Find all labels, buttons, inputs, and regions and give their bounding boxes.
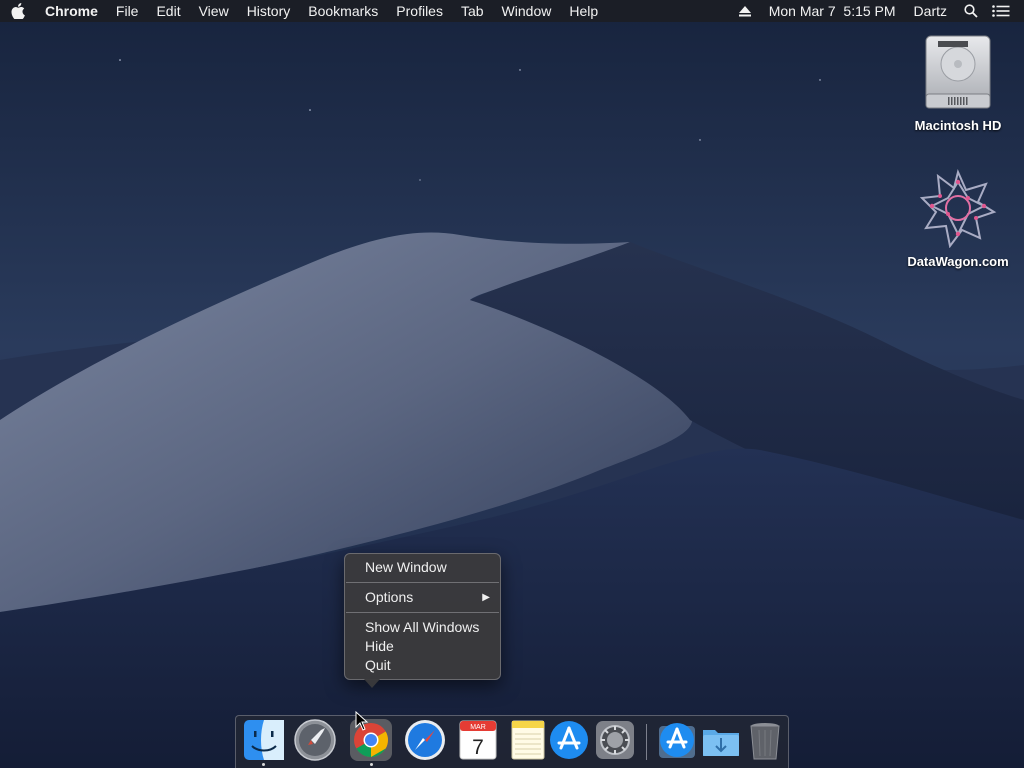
menu-bar: Chrome File Edit View History Bookmarks … [0,0,1024,22]
dock: MAR 7 [235,715,789,768]
desktop-icon-label: Macintosh HD [914,118,1002,133]
menu-history[interactable]: History [238,0,300,22]
menu-separator [346,612,499,613]
desktop-icon-macintosh-hd[interactable]: Macintosh HD [898,32,1018,133]
menu-view[interactable]: View [190,0,238,22]
trash-icon[interactable] [743,718,787,762]
system-preferences-icon[interactable] [593,718,637,762]
dock-context-menu: New Window Options ▶ Show All Windows Hi… [344,553,501,680]
menu-separator [346,582,499,583]
desktop-icon-datawagon[interactable]: DataWagon.com [898,168,1018,269]
menu-edit[interactable]: Edit [147,0,189,22]
menu-item-new-window[interactable]: New Window [345,558,500,577]
menu-clock[interactable]: Mon Mar 7 5:15 PM [760,0,905,22]
menu-user[interactable]: Dartz [905,0,956,22]
notification-list-icon[interactable] [986,0,1016,22]
desktop-icon-label: DataWagon.com [907,254,1009,269]
menu-bookmarks[interactable]: Bookmarks [299,0,387,22]
calendar-month: MAR [470,724,486,731]
calendar-day: 7 [472,736,484,759]
mouse-cursor-icon [355,711,369,731]
desktop-wallpaper [0,0,1024,768]
menu-item-hide[interactable]: Hide [345,637,500,656]
notes-icon[interactable] [506,718,550,762]
app-store-downloads-icon[interactable] [655,718,699,762]
menu-item-show-all-windows[interactable]: Show All Windows [345,618,500,637]
datawagon-logo-icon [918,168,998,249]
running-indicator [370,763,373,766]
running-indicator [262,763,265,766]
menu-window[interactable]: Window [493,0,561,22]
menu-item-quit[interactable]: Quit [345,656,500,675]
finder-icon[interactable] [242,718,286,762]
dock-separator [646,724,647,760]
apple-icon[interactable] [0,0,36,22]
spotlight-search-icon[interactable] [956,0,986,22]
menu-profiles[interactable]: Profiles [387,0,452,22]
calendar-icon[interactable]: MAR 7 [456,718,500,762]
hard-drive-icon [918,32,998,112]
menu-app-name[interactable]: Chrome [36,0,107,22]
launchpad-icon[interactable] [293,718,337,762]
menu-tab[interactable]: Tab [452,0,493,22]
safari-icon[interactable] [403,718,447,762]
menu-item-options[interactable]: Options ▶ [345,588,500,607]
eject-icon[interactable] [730,0,760,22]
menu-help[interactable]: Help [560,0,607,22]
downloads-folder-icon[interactable] [699,718,743,762]
menu-item-options-label: Options [365,589,414,605]
app-store-icon[interactable] [547,718,591,762]
menu-file[interactable]: File [107,0,148,22]
submenu-arrow-icon: ▶ [482,592,490,603]
context-menu-pointer [364,679,380,688]
